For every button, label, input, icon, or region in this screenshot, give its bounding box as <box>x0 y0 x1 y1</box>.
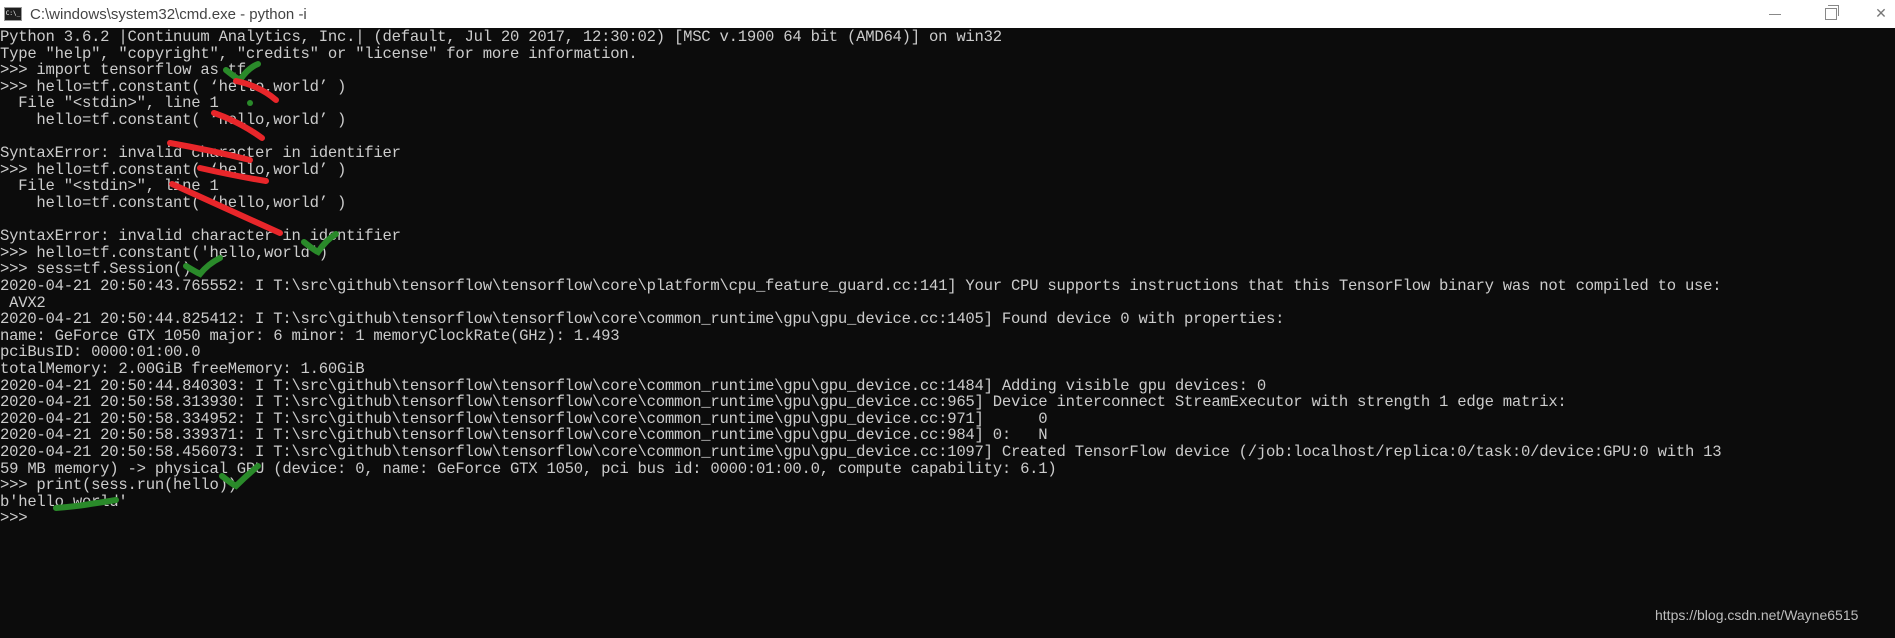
console-line: >>> <box>0 509 37 528</box>
close-button[interactable]: ✕ <box>1858 0 1895 28</box>
watermark: https://blog.csdn.net/Wayne6515 <box>1655 607 1859 623</box>
close-icon: ✕ <box>1875 6 1887 22</box>
console-icon: C:\_ <box>4 7 22 21</box>
console-line: 2020-04-21 20:50:58.456073: I T:\src\git… <box>0 443 1722 461</box>
console-line: pciBusID: 0000:01:00.0 <box>0 343 201 362</box>
console-line: >>> sess=tf.Session() <box>0 260 192 279</box>
console-line: Python 3.6.2 |Continuum Analytics, Inc.|… <box>0 28 1002 46</box>
minimize-button[interactable] <box>1752 0 1798 28</box>
console-line: >>> hello=tf.constant( ‘hello,world’ ) <box>0 160 347 179</box>
console-line: Type "help", "copyright", "credits" or "… <box>0 44 638 63</box>
minimize-icon <box>1769 13 1781 15</box>
console-line: SyntaxError: invalid character in identi… <box>0 144 401 163</box>
console-line: 2020-04-21 20:50:58.334952: I T:\src\git… <box>0 409 1048 428</box>
console-line: >>> print(sess.run(hello)) <box>0 476 237 495</box>
console-line: >>> hello=tf.constant( ‘hello,world’ ) <box>0 77 347 96</box>
console-line: 2020-04-21 20:50:44.840303: I T:\src\git… <box>0 376 1266 395</box>
console-line: AVX2 <box>0 293 46 312</box>
console-line: File "<stdin>", line 1 <box>0 94 219 113</box>
console-line: 59 MB memory) -> physical GPU (device: 0… <box>0 459 1057 478</box>
console-output[interactable]: Python 3.6.2 |Continuum Analytics, Inc.|… <box>0 29 1895 638</box>
console-line: b'hello,world' <box>0 492 128 511</box>
console-line: >>> hello=tf.constant('hello,world') <box>0 243 328 262</box>
console-line: File "<stdin>", line 1 <box>0 177 219 196</box>
title-bar[interactable]: C:\_ C:\windows\system32\cmd.exe - pytho… <box>0 0 1895 28</box>
console-line: 2020-04-21 20:50:58.339371: I T:\src\git… <box>0 426 1048 445</box>
maximize-button[interactable] <box>1808 0 1854 28</box>
console-line: 2020-04-21 20:50:44.825412: I T:\src\git… <box>0 310 1285 329</box>
window-title: C:\windows\system32\cmd.exe - python -i <box>30 5 307 23</box>
console-line: 2020-04-21 20:50:58.313930: I T:\src\git… <box>0 393 1567 412</box>
console-line: 2020-04-21 20:50:43.765552: I T:\src\git… <box>0 277 1722 295</box>
console-line: hello=tf.constant( ‘hello,world’ ) <box>0 194 347 212</box>
restore-icon <box>1825 5 1839 20</box>
console-line: name: GeForce GTX 1050 major: 6 minor: 1… <box>0 326 620 345</box>
console-line: totalMemory: 2.00GiB freeMemory: 1.60GiB <box>0 360 365 378</box>
console-line: >>> import tensorflow as tf <box>0 61 246 80</box>
console-line: SyntaxError: invalid character in identi… <box>0 227 401 246</box>
console-line: hello=tf.constant( ‘hello,world’ ) <box>0 111 347 129</box>
